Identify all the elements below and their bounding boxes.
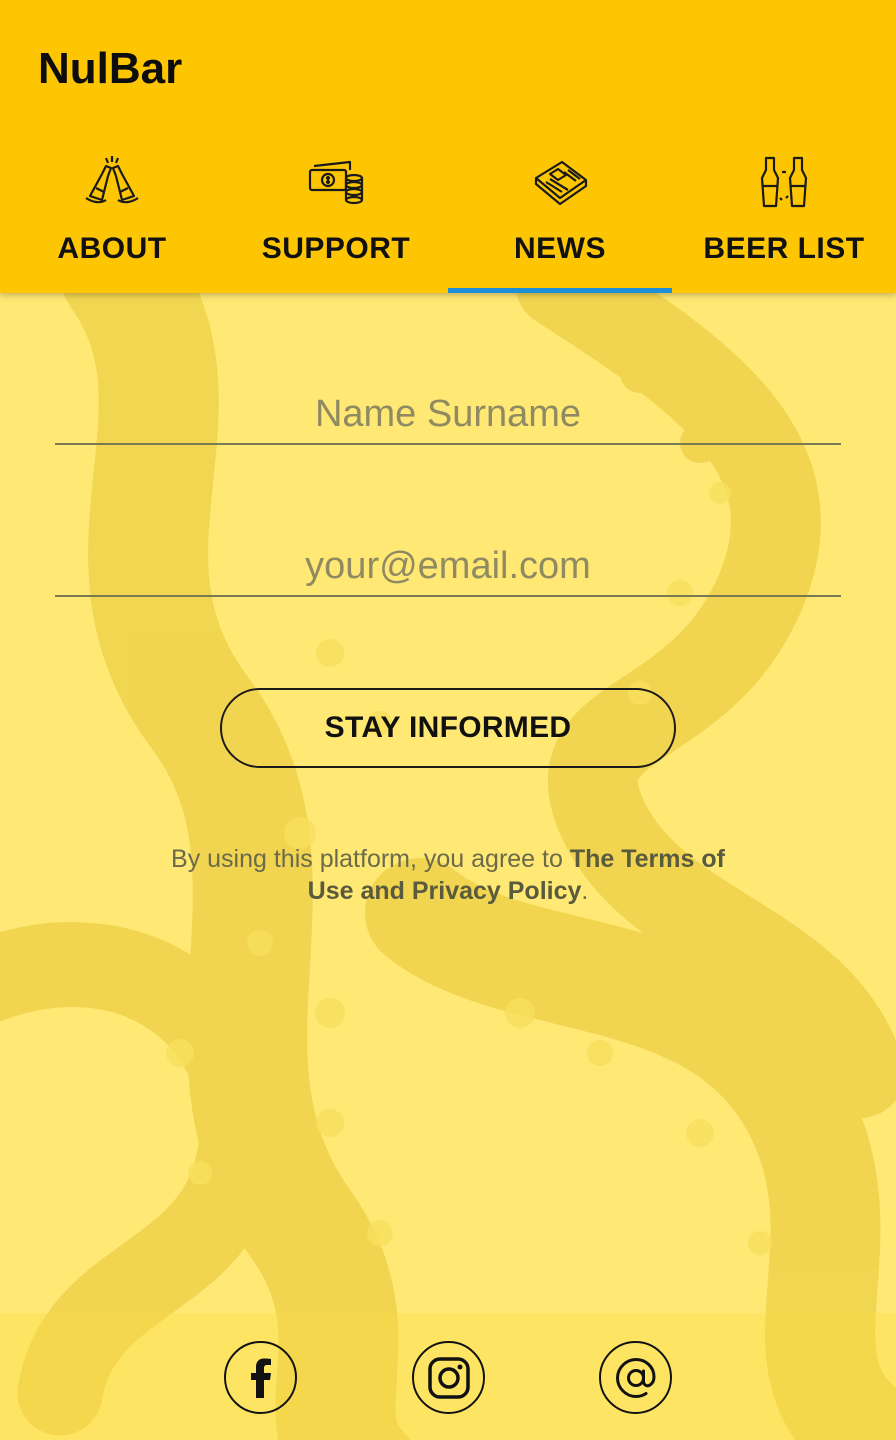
cheers-bottles-icon: [85, 156, 139, 204]
tab-support-label: SUPPORT: [261, 232, 411, 265]
tab-bar: ABOUT SUPPORT NEWS BEER LIST: [0, 140, 896, 293]
facebook-button[interactable]: [224, 1341, 297, 1414]
facebook-icon: [250, 1358, 271, 1398]
tab-news-label: NEWS: [514, 232, 606, 265]
instagram-icon: [427, 1356, 470, 1399]
social-footer: [0, 1313, 896, 1440]
tab-about[interactable]: ABOUT: [0, 140, 224, 293]
tab-about-label: ABOUT: [57, 232, 167, 265]
app-title: NulBar: [38, 44, 183, 93]
tab-beer-list[interactable]: BEER LIST: [672, 140, 896, 293]
newspaper-icon: [534, 160, 588, 206]
tab-support[interactable]: SUPPORT: [224, 140, 448, 293]
email-field[interactable]: [55, 537, 841, 597]
stay-informed-button[interactable]: STAY INFORMED: [220, 688, 676, 768]
legal-notice-text: By using this platform, you agree to: [171, 845, 570, 873]
app-bar: NulBar ABOUT SUPPORT NEWS BEER LIST: [0, 0, 896, 293]
instagram-button[interactable]: [412, 1341, 485, 1414]
email-at-icon: [615, 1357, 656, 1398]
name-field[interactable]: [55, 385, 841, 445]
legal-notice: By using this platform, you agree to The…: [160, 843, 736, 907]
tab-news[interactable]: NEWS: [448, 140, 672, 293]
money-coins-icon: [308, 160, 364, 205]
email-button[interactable]: [599, 1341, 672, 1414]
tab-beer-list-label: BEER LIST: [703, 232, 865, 265]
legal-notice-period: .: [581, 877, 589, 905]
beer-bottles-icon: [760, 156, 808, 208]
